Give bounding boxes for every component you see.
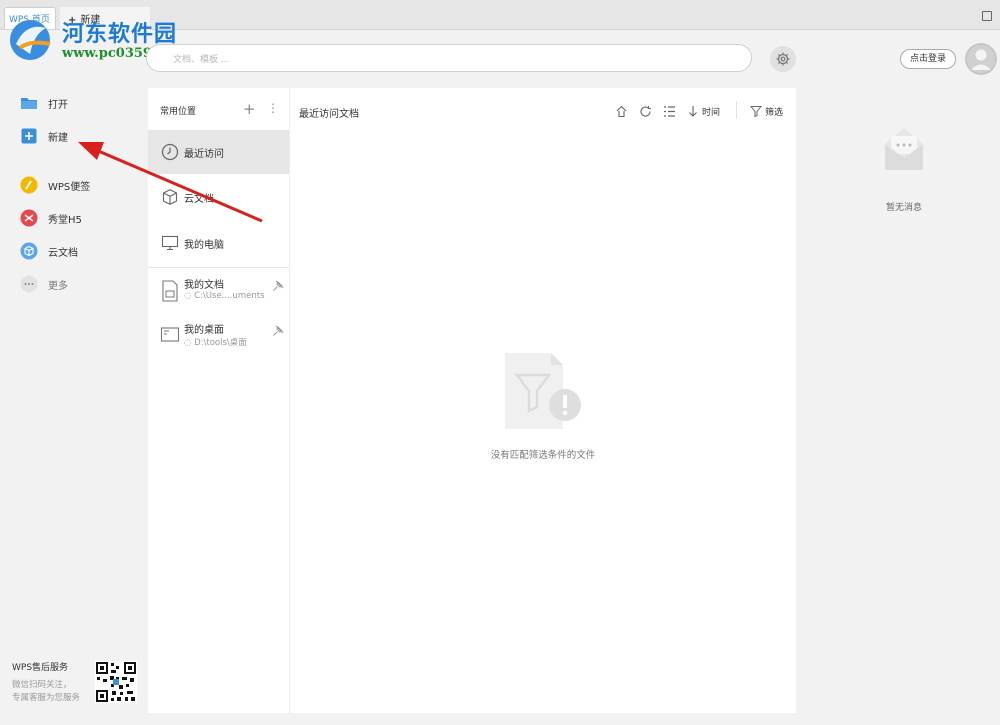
location-my-computer[interactable]: 我的电脑 (148, 221, 289, 265)
restore-window-button[interactable] (982, 11, 992, 21)
after-sales-service: WPS售后服务 微信扫码关注， 专属客服为您服务 (12, 660, 102, 705)
sidebar-item-label: 更多 (48, 280, 68, 292)
user-icon (965, 43, 997, 75)
locations-divider (148, 267, 289, 268)
search-placeholder: 文档、模板 ... (173, 55, 230, 65)
pinned-label: 我的桌面 (184, 325, 224, 336)
gear-icon (776, 52, 790, 66)
login-button[interactable]: 点击登录 (900, 49, 956, 69)
pencil-circle-icon (20, 176, 38, 194)
service-line-2: 专属客服为您服务 (12, 693, 81, 703)
refresh-icon (640, 105, 651, 117)
document-folder-icon (162, 280, 178, 302)
pinned-my-documents[interactable]: 我的文档 ◌ C:\Use....uments (160, 276, 288, 312)
recent-documents-panel: 最近访问文档 时间 筛选 没有匹配筛选条件的文件 (290, 88, 796, 713)
sidebar-item-wps-notes[interactable]: WPS便签 (20, 176, 90, 194)
upload-icon (616, 105, 627, 117)
add-location-button[interactable]: + (243, 100, 256, 118)
sidebar-item-cloud-docs[interactable]: 云文档 (20, 242, 78, 260)
filter-icon (750, 106, 762, 117)
sidebar-item-label: 秀堂H5 (48, 214, 82, 226)
sidebar-item-label: WPS便签 (48, 181, 91, 193)
locations-header: 常用位置 (160, 107, 197, 117)
sidebar-item-xiutang-h5[interactable]: 秀堂H5 (20, 209, 82, 227)
location-label: 云文档 (184, 193, 214, 205)
clock-icon (160, 142, 180, 162)
avatar[interactable] (965, 43, 997, 75)
watermark-logo-icon (10, 20, 51, 60)
folder-icon (20, 94, 38, 112)
no-messages-text: 暂无消息 (885, 203, 922, 213)
pinned-label: 我的文档 (184, 280, 224, 291)
mail-envelope-icon (885, 128, 923, 170)
service-description: 微信扫码关注， 专属客服为您服务 (12, 679, 102, 705)
pinned-my-desktop[interactable]: 我的桌面 ◌ D:\tools\桌面 (160, 321, 288, 357)
pinned-path-text: C:\Use....uments (194, 291, 265, 301)
settings-button[interactable] (770, 46, 796, 72)
more-icon (20, 275, 38, 293)
sidebar-item-open[interactable]: 打开 (20, 94, 68, 112)
location-recent[interactable]: 最近访问 (148, 130, 289, 174)
list-view-icon (664, 105, 675, 117)
sort-down-icon (689, 105, 697, 117)
common-locations-panel: 常用位置 + ⋮ 最近访问 云文档 我的电脑 我的文档 ◌ C:\Use....… (148, 88, 290, 713)
pinned-path: ◌ D:\tools\桌面 (184, 338, 247, 348)
refresh-button[interactable] (639, 103, 652, 119)
filter-label: 筛选 (765, 107, 784, 118)
documents-title: 最近访问文档 (299, 109, 359, 120)
sidebar-item-label: 新建 (48, 132, 68, 144)
pinned-path: ◌ C:\Use....uments (184, 291, 265, 301)
search-input[interactable]: 文档、模板 ... (146, 44, 752, 72)
login-button-label: 点击登录 (909, 54, 946, 64)
toolbar-divider (736, 101, 737, 119)
sidebar-item-label: 云文档 (48, 247, 78, 259)
locations-more-button[interactable]: ⋮ (267, 101, 279, 115)
xiutang-icon (20, 209, 38, 227)
pin-icon[interactable] (272, 280, 284, 292)
monitor-icon (160, 233, 180, 253)
pinned-path-text: D:\tools\桌面 (194, 338, 247, 348)
sidebar-item-more[interactable]: 更多 (20, 275, 68, 293)
empty-state-message: 没有匹配筛选条件的文件 (490, 450, 596, 461)
sidebar-item-label: 打开 (48, 99, 68, 111)
location-label: 我的电脑 (184, 239, 224, 251)
location-label: 最近访问 (184, 148, 224, 160)
location-cloud-docs[interactable]: 云文档 (148, 175, 289, 219)
sort-by-time-button[interactable]: 时间 (688, 103, 720, 119)
sort-label: 时间 (702, 107, 721, 118)
qr-code-icon (95, 661, 137, 703)
cube-icon (160, 187, 180, 207)
no-files-illustration-icon (505, 353, 581, 429)
cloud-doc-icon (20, 242, 38, 260)
plus-square-icon (20, 127, 38, 145)
service-line-1: 微信扫码关注， (12, 680, 72, 690)
list-view-button[interactable] (663, 103, 676, 119)
desktop-icon (160, 327, 180, 342)
filter-button[interactable]: 筛选 (750, 103, 783, 119)
service-title: WPS售后服务 (12, 663, 69, 673)
upload-button[interactable] (615, 103, 628, 119)
pin-icon[interactable] (272, 325, 284, 337)
sidebar-item-new[interactable]: 新建 (20, 127, 68, 145)
